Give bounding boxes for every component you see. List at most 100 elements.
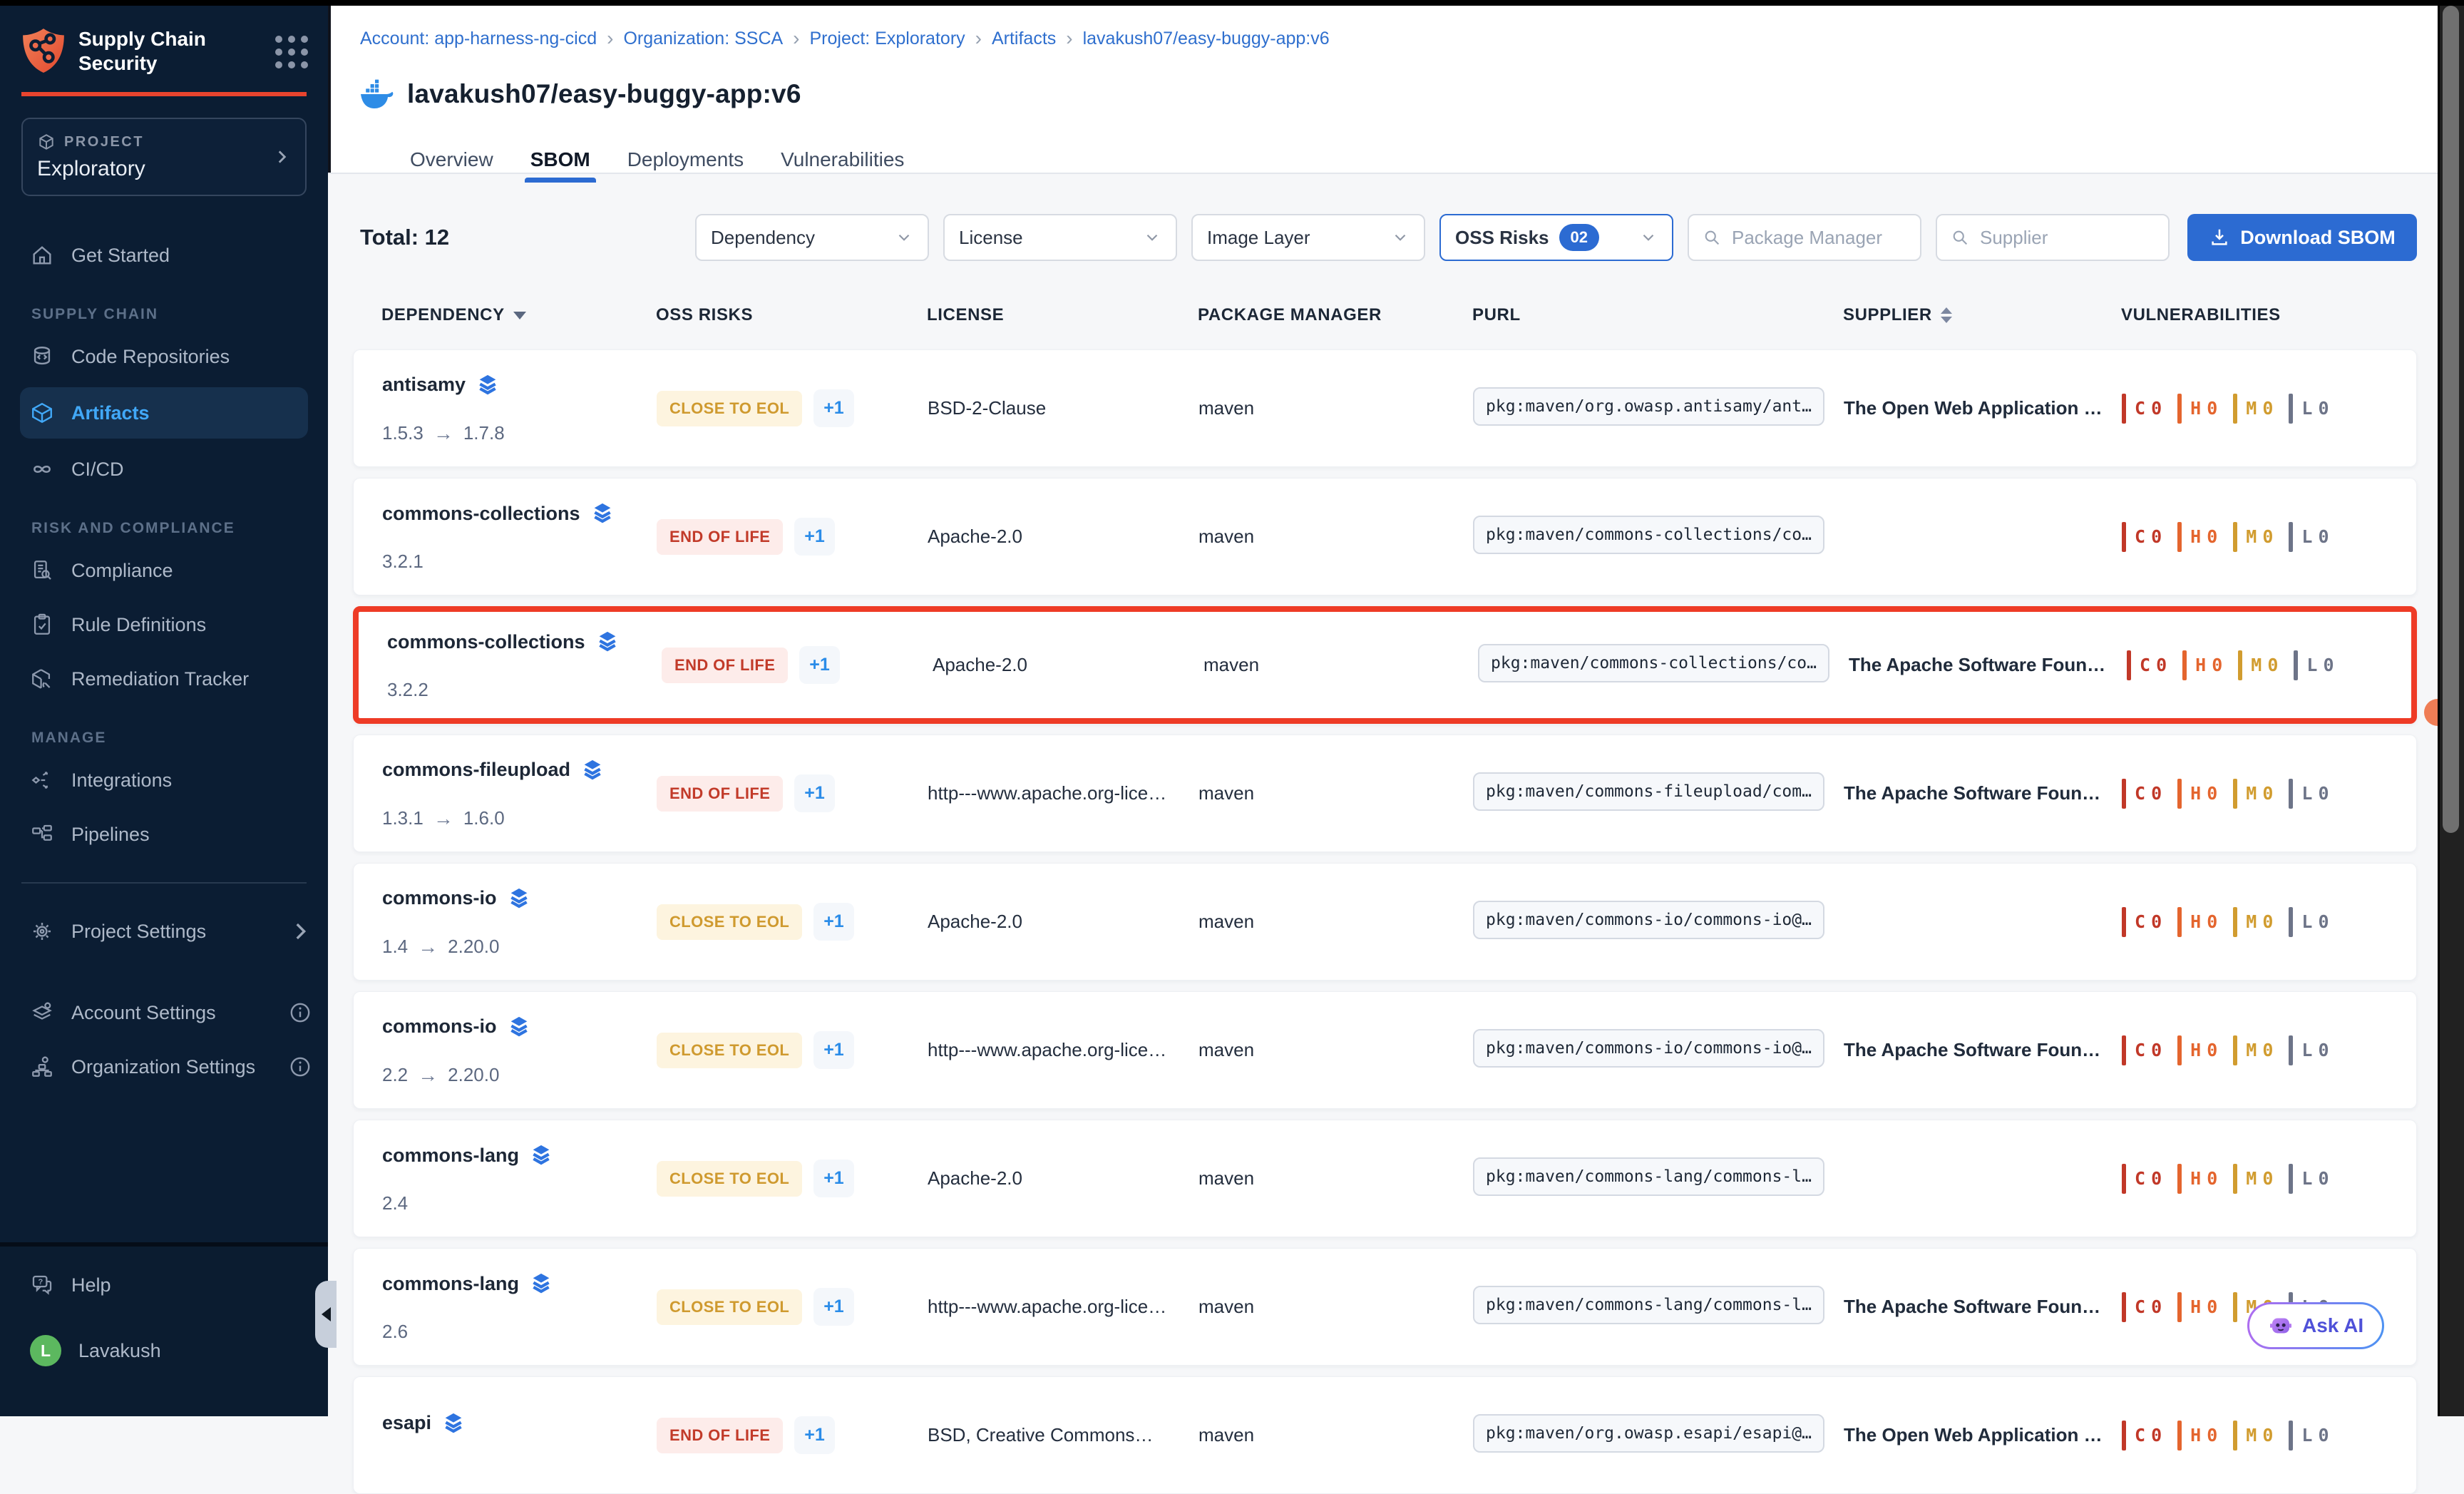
oss-risk-more-chip[interactable]: +1 (799, 646, 840, 684)
breadcrumb-organization[interactable]: Organization: SSCA (623, 29, 783, 49)
breadcrumb-project[interactable]: Project: Exploratory (810, 29, 965, 49)
column-header-dependency[interactable]: DEPENDENCY (381, 305, 656, 325)
download-icon (2209, 227, 2230, 248)
sidebar-item-cicd[interactable]: CI/CD (0, 443, 328, 496)
package-manager-value: maven (1198, 397, 1441, 419)
sidebar-collapse-handle[interactable] (315, 1281, 337, 1348)
column-header-supplier[interactable]: SUPPLIER (1843, 305, 2121, 325)
breadcrumb-artifact-name[interactable]: lavakush07/easy-buggy-app:v6 (1083, 29, 1330, 49)
sidebar-item-help[interactable]: ? Help (0, 1258, 328, 1312)
oss-risk-more-chip[interactable]: +1 (813, 1288, 854, 1326)
oss-risk-more-chip[interactable]: +1 (813, 1160, 854, 1197)
dependency-filter-dropdown[interactable]: Dependency (695, 214, 929, 261)
license-value: BSD, Creative Commons… (928, 1424, 1170, 1446)
tab-vulnerabilities[interactable]: Vulnerabilities (781, 137, 904, 183)
ask-ai-button[interactable]: Ask AI (2247, 1302, 2384, 1349)
table-row[interactable]: commons-collections 3.2.2 → END OF LIFE … (353, 606, 2417, 724)
purl-value[interactable]: pkg:maven/commons-lang/commons-l… (1473, 1286, 1824, 1324)
sidebar-item-rule-definitions[interactable]: Rule Definitions (0, 598, 328, 651)
oss-risk-more-chip[interactable]: +1 (794, 518, 835, 556)
purl-value[interactable]: pkg:maven/commons-lang/commons-l… (1473, 1157, 1824, 1196)
dependency-version: 2.4 → (382, 1192, 418, 1214)
sidebar-item-code-repositories[interactable]: Code Repositories (0, 330, 328, 383)
tab-deployments[interactable]: Deployments (627, 137, 744, 183)
scrollbar-thumb[interactable] (2443, 6, 2459, 833)
sidebar-item-compliance[interactable]: Compliance (0, 544, 328, 597)
oss-risk-more-chip[interactable]: +1 (813, 1031, 854, 1069)
page-header: Account: app-harness-ng-cicd › Organizat… (328, 6, 2464, 174)
module-grid-icon[interactable] (275, 36, 308, 68)
sidebar-item-pipelines[interactable]: Pipelines (0, 808, 328, 861)
table-row[interactable]: esapi → END OF LIFE +1 BSD, Creative Com… (353, 1376, 2417, 1494)
scrollbar-track[interactable] (2438, 0, 2464, 1416)
dependency-version: 2.2 → 2.20.0 (382, 1064, 499, 1087)
license-filter-dropdown[interactable]: License (943, 214, 1177, 261)
oss-risk-badge: END OF LIFE (662, 648, 788, 683)
download-sbom-button[interactable]: Download SBOM (2187, 214, 2417, 261)
purl-value[interactable]: pkg:maven/commons-io/commons-io@… (1473, 1029, 1824, 1068)
table-row[interactable]: commons-collections 3.2.1 → END OF LIFE … (353, 478, 2417, 595)
sidebar-item-remediation-tracker[interactable]: Remediation Tracker (0, 653, 328, 705)
tab-overview[interactable]: Overview (410, 137, 493, 183)
version-arrow-icon: → (418, 1064, 438, 1087)
breadcrumb-account[interactable]: Account: app-harness-ng-cicd (360, 29, 597, 49)
layers-icon (507, 1014, 531, 1040)
table-row[interactable]: commons-lang 2.6 → CLOSE TO EOL +1 http-… (353, 1248, 2417, 1366)
table-row[interactable]: commons-io 1.4 → 2.20.0 CLOSE TO EOL +1 … (353, 863, 2417, 981)
package-manager-value: maven (1198, 911, 1441, 933)
image-layer-filter-dropdown[interactable]: Image Layer (1191, 214, 1425, 261)
sidebar-item-get-started[interactable]: Get Started (0, 229, 328, 282)
project-selector[interactable]: PROJECT Exploratory (21, 118, 307, 196)
layers-icon (441, 1411, 466, 1436)
sidebar-item-artifacts[interactable]: Artifacts (20, 387, 308, 439)
breadcrumb-artifacts[interactable]: Artifacts (992, 29, 1056, 49)
org-hierarchy-icon (30, 1055, 54, 1079)
info-icon (288, 1055, 312, 1079)
purl-value[interactable]: pkg:maven/org.owasp.antisamy/ant… (1473, 387, 1824, 426)
oss-risk-badge: CLOSE TO EOL (657, 1033, 802, 1068)
oss-risk-more-chip[interactable]: +1 (813, 903, 854, 941)
vulnerability-counts: C0 H0 M0 L0 (2122, 907, 2388, 937)
sidebar-user[interactable]: L Lavakush (0, 1324, 328, 1378)
tab-sbom[interactable]: SBOM (530, 137, 590, 183)
vuln-high: H0 (2177, 779, 2217, 809)
dependency-name: antisamy (382, 374, 466, 396)
layers-icon (580, 757, 605, 783)
table-row[interactable]: antisamy 1.5.3 → 1.7.8 CLOSE TO EOL +1 B… (353, 349, 2417, 467)
package-manager-search-input[interactable] (1730, 226, 1907, 250)
dependency-version: 1.5.3 → 1.7.8 (382, 422, 505, 445)
oss-risk-more-chip[interactable]: +1 (813, 389, 854, 427)
table-row[interactable]: commons-fileupload 1.3.1 → 1.6.0 END OF … (353, 735, 2417, 852)
sidebar-item-integrations[interactable]: Integrations (0, 754, 328, 807)
user-name: Lavakush (78, 1340, 161, 1362)
chevron-down-icon (1639, 228, 1658, 247)
table-row[interactable]: commons-io 2.2 → 2.20.0 CLOSE TO EOL +1 … (353, 991, 2417, 1109)
sidebar-footer: ? Help L Lavakush (0, 1242, 328, 1416)
dependency-version: 1.3.1 → 1.6.0 (382, 807, 505, 830)
sidebar-item-project-settings[interactable]: Project Settings (0, 905, 328, 958)
purl-value[interactable]: pkg:maven/commons-collections/co… (1478, 644, 1829, 682)
purl-value[interactable]: pkg:maven/commons-collections/co… (1473, 516, 1824, 554)
layers-icon (590, 501, 615, 526)
purl-value[interactable]: pkg:maven/org.owasp.esapi/esapi@… (1473, 1414, 1824, 1453)
sidebar-item-organization-settings[interactable]: Organization Settings (0, 1040, 328, 1093)
supplier-search-input[interactable] (1978, 226, 2155, 250)
integrations-icon (30, 768, 54, 792)
oss-risk-more-chip[interactable]: +1 (794, 1416, 835, 1454)
purl-value[interactable]: pkg:maven/commons-io/commons-io@… (1473, 901, 1824, 939)
dependency-name: commons-fileupload (382, 759, 570, 781)
oss-risk-more-chip[interactable]: +1 (794, 774, 835, 812)
vuln-critical: C0 (2122, 907, 2162, 937)
purl-value[interactable]: pkg:maven/commons-fileupload/com… (1473, 772, 1824, 811)
table-row[interactable]: commons-lang 2.4 → CLOSE TO EOL +1 Apach… (353, 1120, 2417, 1237)
dependency-name: esapi (382, 1412, 431, 1434)
sidebar-item-account-settings[interactable]: Account Settings (0, 986, 328, 1039)
docker-icon (359, 78, 394, 110)
package-manager-value: maven (1198, 1296, 1441, 1318)
code-repo-icon (30, 344, 54, 369)
remediation-box-icon (30, 667, 54, 691)
oss-risks-filter-dropdown[interactable]: OSS Risks 02 (1439, 214, 1673, 261)
license-value: http---www.apache.org-lice… (928, 782, 1170, 804)
license-value: BSD-2-Clause (928, 397, 1170, 419)
sidebar-divider (21, 882, 307, 884)
